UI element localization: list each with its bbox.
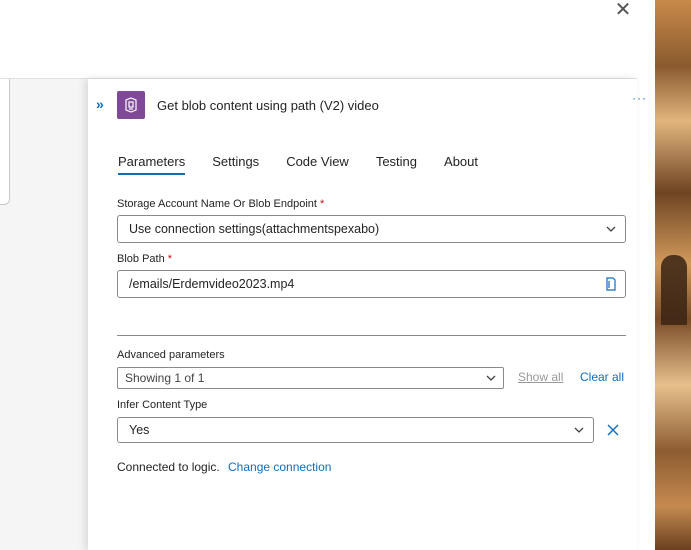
tab-code-view[interactable]: Code View: [286, 154, 349, 175]
clear-all-link[interactable]: Clear all: [580, 370, 624, 384]
connection-status: Connected to logic.: [117, 460, 220, 474]
remove-parameter-icon[interactable]: [606, 423, 620, 437]
blob-path-value: /emails/Erdemvideo2023.mp4: [129, 277, 295, 291]
background-photo: [655, 0, 691, 550]
chevron-down-icon: [606, 226, 616, 232]
close-icon[interactable]: ✕: [612, 0, 634, 22]
storage-account-label: Storage Account Name Or Blob Endpoint *: [117, 198, 324, 210]
more-options-icon[interactable]: ···: [632, 91, 647, 105]
tab-settings[interactable]: Settings: [212, 154, 259, 175]
section-divider: [117, 335, 626, 336]
infer-content-type-label: Infer Content Type: [117, 399, 208, 411]
blob-path-label-text: Blob Path: [117, 253, 165, 265]
storage-account-select[interactable]: Use connection settings(attachmentspexab…: [117, 215, 626, 243]
expand-panel-icon[interactable]: »: [96, 96, 104, 112]
tab-bar: Parameters Settings Code View Testing Ab…: [118, 154, 505, 175]
advanced-parameters-select[interactable]: Showing 1 of 1: [117, 367, 504, 389]
canvas-card-edge: [0, 79, 10, 205]
top-bar: ✕: [0, 0, 655, 78]
action-details-panel: » Get blob content using path (V2) video…: [88, 79, 646, 550]
show-all-link[interactable]: Show all: [518, 370, 563, 384]
blob-path-label: Blob Path *: [117, 253, 172, 265]
required-mark: *: [320, 198, 325, 210]
advanced-parameters-value: Showing 1 of 1: [125, 371, 205, 385]
chevron-down-icon: [486, 375, 496, 381]
infer-content-type-select[interactable]: Yes: [117, 417, 594, 443]
file-picker-icon[interactable]: [605, 277, 617, 291]
tab-about[interactable]: About: [444, 154, 478, 175]
tab-parameters[interactable]: Parameters: [118, 154, 186, 175]
storage-account-value: Use connection settings(attachmentspexab…: [129, 222, 380, 236]
chevron-down-icon: [574, 427, 584, 433]
blob-path-input[interactable]: /emails/Erdemvideo2023.mp4: [117, 270, 626, 298]
advanced-parameters-label: Advanced parameters: [117, 349, 225, 361]
designer-canvas: [0, 79, 88, 550]
tab-testing[interactable]: Testing: [376, 154, 417, 175]
panel-title: Get blob content using path (V2) video: [157, 98, 379, 113]
storage-account-label-text: Storage Account Name Or Blob Endpoint: [117, 198, 317, 210]
required-mark: *: [167, 253, 173, 265]
change-connection-link[interactable]: Change connection: [228, 460, 331, 474]
blob-storage-icon: [117, 91, 145, 119]
infer-content-type-value: Yes: [129, 423, 150, 437]
